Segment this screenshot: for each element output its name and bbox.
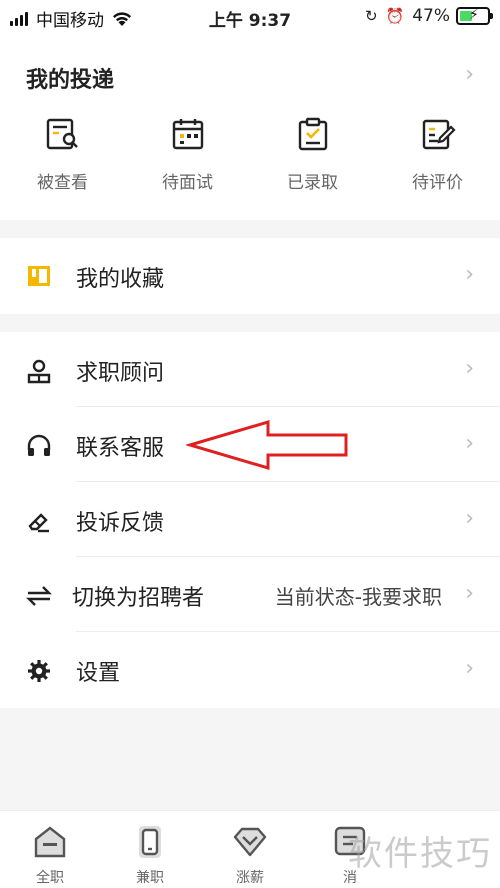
menu-item-label: 求职顾问 [76, 361, 165, 386]
alarm-icon: ⏰ [385, 7, 405, 25]
menu-item-switch-role[interactable]: 切换为招聘者 当前状态-我要求职 › [0, 557, 500, 632]
battery-icon: ⚡ [456, 7, 493, 25]
applications-card: 我的投递 › 被查看 待面试 已录取 待评价 [0, 34, 500, 220]
home-icon [34, 826, 66, 858]
advisor-icon [27, 359, 51, 384]
chevron-right-icon[interactable]: › [465, 62, 474, 87]
watermark-text: 软件技巧 [348, 834, 492, 874]
resume-viewed-icon [46, 118, 78, 150]
app-item-viewed[interactable]: 被查看 [0, 116, 125, 193]
annotation-arrow-icon [186, 420, 348, 470]
chevron-right-icon: › [465, 656, 474, 681]
app-item-review[interactable]: 待评价 [375, 116, 500, 193]
menu-item-label: 投诉反馈 [76, 511, 165, 536]
nav-item-fulltime[interactable]: 全职 [0, 811, 100, 888]
settings-menu: 求职顾问 › 联系客服 › 投诉反馈 › 切换为招聘者 当前状态-我要求职 › [0, 332, 500, 708]
nav-label: 兼职 [136, 870, 164, 886]
nav-label: 涨薪 [236, 870, 264, 886]
app-item-label: 已录取 [287, 173, 338, 193]
menu-item-settings[interactable]: 设置 › [0, 632, 500, 707]
favorites-label: 我的收藏 [76, 267, 165, 292]
current-status-value: 当前状态-我要求职 [274, 585, 442, 609]
favorites-row[interactable]: 我的收藏 › [0, 238, 500, 314]
battery-percent: 47% [412, 6, 450, 26]
app-item-label: 待面试 [162, 173, 213, 193]
edit-note-icon [422, 119, 456, 150]
nav-item-parttime[interactable]: 兼职 [100, 811, 200, 888]
nav-item-salary[interactable]: 涨薪 [200, 811, 300, 888]
switch-icon [26, 586, 52, 606]
nav-label: 全职 [36, 870, 64, 886]
menu-item-label: 切换为招聘者 [72, 586, 205, 611]
chevron-right-icon: › [465, 262, 474, 287]
app-item-label: 被查看 [37, 173, 88, 193]
gear-icon [28, 660, 50, 682]
menu-item-label: 设置 [76, 661, 121, 686]
menu-item-advisor[interactable]: 求职顾问 › [0, 332, 500, 407]
app-item-hired[interactable]: 已录取 [250, 116, 375, 193]
rotation-lock-icon: ↻ [364, 7, 378, 25]
app-item-interview[interactable]: 待面试 [125, 116, 250, 193]
headset-icon [27, 434, 51, 456]
calendar-icon [172, 119, 203, 150]
bookmark-icon [28, 266, 50, 286]
eraser-icon [28, 513, 49, 533]
menu-item-label: 联系客服 [76, 436, 165, 461]
status-bar: 中国移动 上午 9:37 ↻ ⏰ 47% ⚡ [0, 0, 500, 34]
chevron-right-icon: › [465, 581, 474, 606]
diamond-icon [233, 827, 267, 857]
app-item-label: 待评价 [412, 173, 463, 193]
chevron-right-icon: › [465, 506, 474, 531]
phone-icon [139, 826, 161, 858]
menu-item-feedback[interactable]: 投诉反馈 › [0, 482, 500, 557]
section-title: 我的投递 [26, 68, 115, 93]
chevron-right-icon: › [465, 431, 474, 456]
clipboard-check-icon [298, 117, 327, 151]
chevron-right-icon: › [465, 356, 474, 381]
